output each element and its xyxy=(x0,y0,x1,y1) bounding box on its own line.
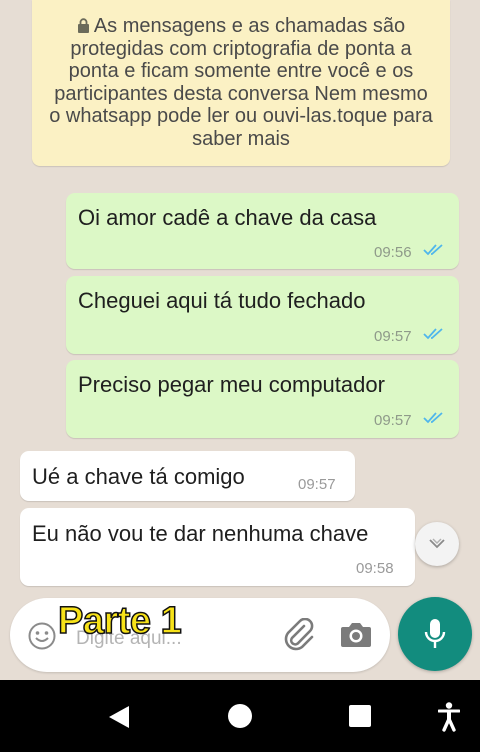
scroll-to-bottom-button[interactable] xyxy=(415,522,459,566)
message-text: Cheguei aqui tá tudo fechado xyxy=(78,288,366,313)
message-text: Eu não vou te dar nenhuma chave xyxy=(32,521,369,546)
encryption-notice[interactable]: As mensagens e as chamadas são protegida… xyxy=(32,0,450,166)
accessibility-icon[interactable] xyxy=(438,702,460,732)
lock-icon xyxy=(77,18,89,33)
back-icon[interactable] xyxy=(108,705,130,729)
message-text: Ué a chave tá comigo xyxy=(32,464,245,489)
message-text: Oi amor cadê a chave da casa xyxy=(78,205,377,230)
message-bubble-outgoing[interactable]: Cheguei aqui tá tudo fechado 09:57 xyxy=(66,276,459,354)
camera-icon[interactable] xyxy=(340,620,372,648)
encryption-notice-text: As mensagens e as chamadas são protegida… xyxy=(49,15,433,150)
microphone-icon xyxy=(424,619,446,648)
recents-icon[interactable] xyxy=(349,705,371,727)
message-bubble-incoming[interactable]: Ué a chave tá comigo 09:57 xyxy=(20,451,355,501)
video-caption-overlay: Parte 1 xyxy=(57,599,182,643)
message-text: Preciso pegar meu computador xyxy=(78,372,385,397)
chat-area[interactable]: As mensagens e as chamadas são protegida… xyxy=(0,0,480,680)
message-bubble-incoming[interactable]: Eu não vou te dar nenhuma chave 09:58 xyxy=(20,508,415,586)
message-time: 09:57 xyxy=(298,476,336,493)
message-time: 09:57 xyxy=(374,328,412,345)
read-ticks-icon xyxy=(423,412,443,424)
emoji-icon[interactable] xyxy=(28,622,56,650)
chevron-down-icon xyxy=(429,538,445,549)
message-time: 09:58 xyxy=(356,560,394,577)
message-time: 09:57 xyxy=(374,412,412,429)
message-bubble-outgoing[interactable]: Preciso pegar meu computador 09:57 xyxy=(66,360,459,438)
read-ticks-icon xyxy=(423,244,443,256)
home-icon[interactable] xyxy=(228,704,252,728)
read-ticks-icon xyxy=(423,328,443,340)
paperclip-icon[interactable] xyxy=(282,618,316,652)
microphone-button[interactable] xyxy=(398,597,472,671)
message-time: 09:56 xyxy=(374,244,412,261)
message-bubble-outgoing[interactable]: Oi amor cadê a chave da casa 09:56 xyxy=(66,193,459,269)
